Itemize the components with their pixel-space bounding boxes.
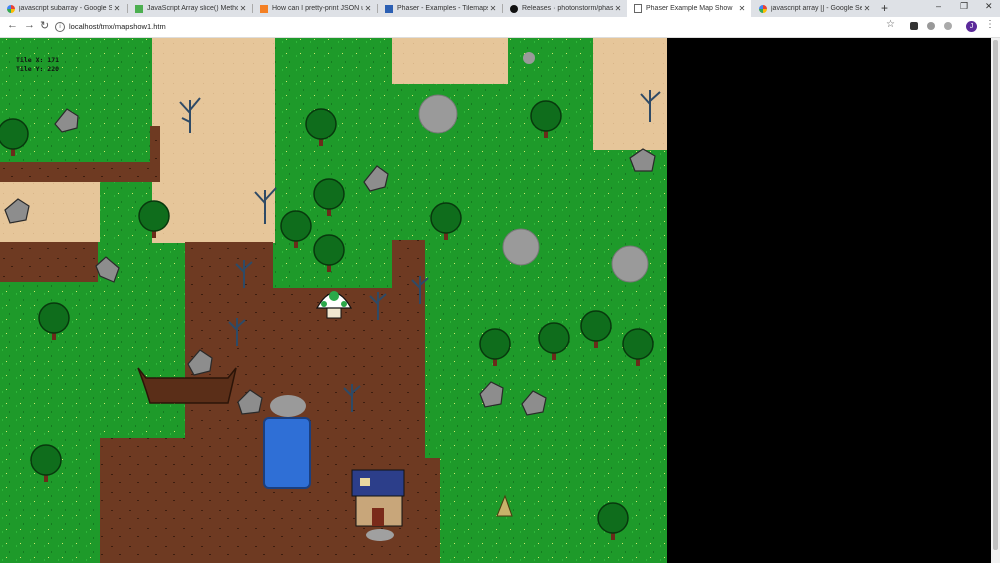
google-icon [7,4,15,13]
dirt-patch [100,438,285,563]
tab-phaser-examples[interactable]: Phaser - Examples - Tilemaps - F ✕ [378,0,502,17]
empty-viewport-area [667,38,991,563]
menu-kebab-icon[interactable]: ⋮ [985,19,995,30]
scrollbar-thumb[interactable] [993,40,998,550]
forward-button[interactable]: → [24,19,35,31]
github-icon [510,4,518,13]
tab-strip: javascript subarray - Google Sea ✕ JavaS… [0,0,1000,17]
tab-label: Releases · photonstorm/phaser [522,5,613,12]
tab-google-array[interactable]: javascript array [] - Google Sear ✕ [752,0,876,17]
pond [263,417,311,489]
close-tab-icon[interactable]: ✕ [737,4,747,13]
close-tab-icon[interactable]: ✕ [613,4,623,13]
bookmark-star-icon[interactable]: ☆ [886,19,895,30]
tile-x-label: Tile X: 171 [16,56,60,64]
restore-button[interactable]: ❐ [960,1,968,12]
tab-google-subarray[interactable]: javascript subarray - Google Sea ✕ [0,0,126,17]
tab-label: javascript subarray - Google Sea [19,5,112,12]
tab-array-slice[interactable]: JavaScript Array slice() Method ✕ [128,0,252,17]
game-canvas[interactable]: Tile X: 171 Tile Y: 220 [0,38,667,563]
dirt-patch [420,458,440,563]
extension-icon[interactable] [910,22,918,30]
profile-avatar[interactable]: J [966,21,977,32]
dirt-patch [0,242,98,282]
w3schools-icon [135,4,143,13]
page-icon [634,4,642,13]
sand-patch [152,38,275,243]
tilemap [0,38,667,563]
address-bar[interactable]: i localhost/tmx/mapshow1.htm [55,19,895,34]
rock-pile [270,395,306,417]
info-icon[interactable]: i [55,21,65,32]
tab-map-show[interactable]: Phaser Example Map Show ✕ [627,0,751,17]
close-tab-icon[interactable]: ✕ [862,4,872,13]
close-tab-icon[interactable]: ✕ [363,4,373,13]
back-button[interactable]: ← [7,19,18,31]
vertical-scrollbar[interactable] [991,38,1000,563]
new-tab-button[interactable]: + [881,1,888,15]
tab-label: How can I pretty-print JSON usi [272,5,363,12]
tab-pretty-print-json[interactable]: How can I pretty-print JSON usi ✕ [253,0,377,17]
sand-patch [593,38,667,150]
close-tab-icon[interactable]: ✕ [112,4,122,13]
dirt-patch [0,162,160,182]
tile-y-label: Tile Y: 220 [16,65,60,73]
tab-phaser-releases[interactable]: Releases · photonstorm/phaser ✕ [503,0,627,17]
tab-label: JavaScript Array slice() Method [147,5,238,12]
tile-coordinates-hud: Tile X: 171 Tile Y: 220 [16,56,59,74]
reload-button[interactable]: ↻ [40,19,49,32]
dirt-patch [150,126,160,171]
extension-icon[interactable] [927,22,935,30]
google-icon [759,4,767,13]
browser-toolbar: ← → ↻ i localhost/tmx/mapshow1.htm ☆ J ⋮ [0,17,1000,38]
close-tab-icon[interactable]: ✕ [488,4,498,13]
tab-label: javascript array [] - Google Sear [771,5,862,12]
extension-icon[interactable] [944,22,952,30]
phaser-icon [385,4,393,13]
tab-label: Phaser Example Map Show [646,5,733,12]
tab-label: Phaser - Examples - Tilemaps - F [397,5,488,12]
stackoverflow-icon [260,4,268,13]
close-tab-icon[interactable]: ✕ [238,4,248,13]
sand-patch [392,38,508,84]
close-window-button[interactable]: ✕ [985,1,993,12]
minimize-button[interactable]: – [936,1,941,11]
url-text: localhost/tmx/mapshow1.htm [69,22,166,31]
